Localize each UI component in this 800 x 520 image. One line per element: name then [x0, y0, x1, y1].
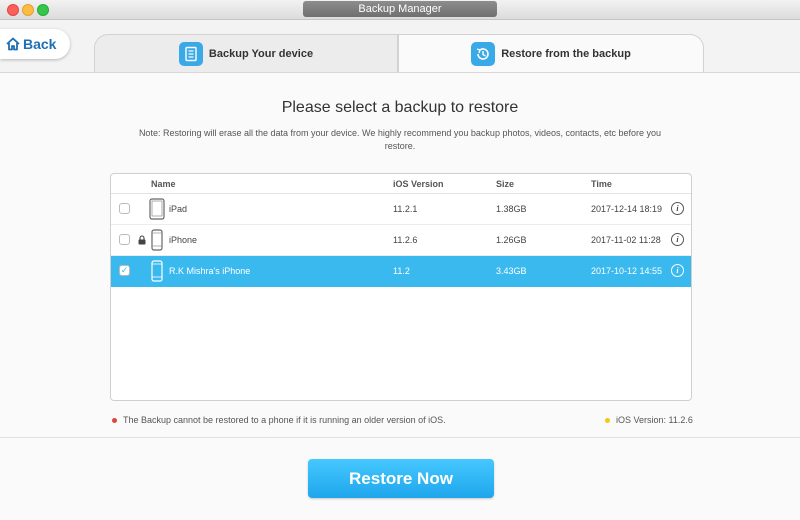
iphone-icon	[151, 260, 163, 282]
tab-restore-backup[interactable]: Restore from the backup	[398, 34, 704, 72]
minimize-window-button[interactable]	[22, 4, 34, 16]
info-icon[interactable]: i	[671, 264, 684, 277]
divider	[0, 437, 800, 438]
table-header: Name iOS Version Size Time	[111, 174, 691, 194]
main-content: Please select a backup to restore Note: …	[0, 72, 800, 520]
top-navigation: Back Backup Your device Restore from the…	[0, 20, 800, 72]
restore-clock-icon	[471, 41, 496, 66]
close-window-button[interactable]	[7, 4, 19, 16]
row-size: 3.43GB	[496, 266, 527, 276]
table-row-selected[interactable]: ✓ R.K Mishra's iPhone 11.2 3.43GB 2017-1…	[111, 256, 691, 287]
window-title: Backup Manager	[303, 1, 497, 17]
table-row[interactable]: iPad 11.2.1 1.38GB 2017-12-14 18:19 i	[111, 194, 691, 225]
row-time: 2017-10-12 14:55	[591, 266, 663, 276]
restore-now-button[interactable]: Restore Now	[308, 459, 494, 498]
row-name: iPhone	[169, 235, 198, 245]
document-icon	[178, 41, 203, 66]
column-header-name: Name	[151, 179, 176, 189]
column-header-ios-version: iOS Version	[393, 179, 444, 189]
maximize-window-button[interactable]	[37, 4, 49, 16]
row-time: 2017-11-02 11:28	[591, 235, 661, 245]
row-ios-version: 11.2.1	[393, 204, 418, 214]
lock-icon	[138, 235, 146, 245]
page-title: Please select a backup to restore	[281, 99, 519, 116]
yellow-dot-icon	[605, 417, 610, 423]
table-row[interactable]: iPhone 11.2.6 1.26GB 2017-11-02 11:28 i	[111, 225, 691, 256]
iphone-icon	[151, 229, 163, 251]
info-icon[interactable]: i	[671, 233, 684, 246]
red-dot-icon	[112, 417, 117, 423]
row-checkbox-checked[interactable]: ✓	[119, 265, 130, 276]
warning-text: The Backup cannot be restored to a phone…	[123, 415, 446, 425]
row-checkbox[interactable]	[119, 234, 130, 245]
backup-table: Name iOS Version Size Time iPad 11.2.1 1…	[110, 173, 692, 401]
column-header-time: Time	[591, 179, 612, 189]
ios-version-text: iOS Version: 11.2.6	[616, 415, 693, 425]
device-ios-version: iOS Version: 11.2.6	[605, 415, 693, 425]
row-ios-version: 11.2	[393, 266, 410, 276]
tab-backup-device-label: Backup Your device	[208, 47, 314, 60]
title-bar: Backup Manager	[0, 0, 800, 20]
restore-note: Note: Restoring will erase all the data …	[138, 128, 662, 151]
back-label: Back	[23, 36, 57, 52]
row-checkbox[interactable]	[119, 203, 130, 214]
info-icon[interactable]: i	[671, 202, 684, 215]
row-name: R.K Mishra's iPhone	[169, 266, 251, 276]
row-name: iPad	[169, 204, 188, 214]
tab-backup-device[interactable]: Backup Your device	[94, 34, 398, 72]
row-size: 1.26GB	[496, 235, 527, 245]
column-header-size: Size	[496, 179, 515, 189]
row-time: 2017-12-14 18:19	[591, 204, 663, 214]
row-ios-version: 11.2.6	[393, 235, 418, 245]
compatibility-warning: The Backup cannot be restored to a phone…	[112, 415, 446, 425]
tab-restore-backup-label: Restore from the backup	[501, 47, 631, 60]
back-button[interactable]: Back	[0, 29, 70, 59]
row-size: 1.38GB	[496, 204, 527, 214]
ipad-icon	[149, 198, 165, 220]
home-icon	[6, 37, 20, 51]
